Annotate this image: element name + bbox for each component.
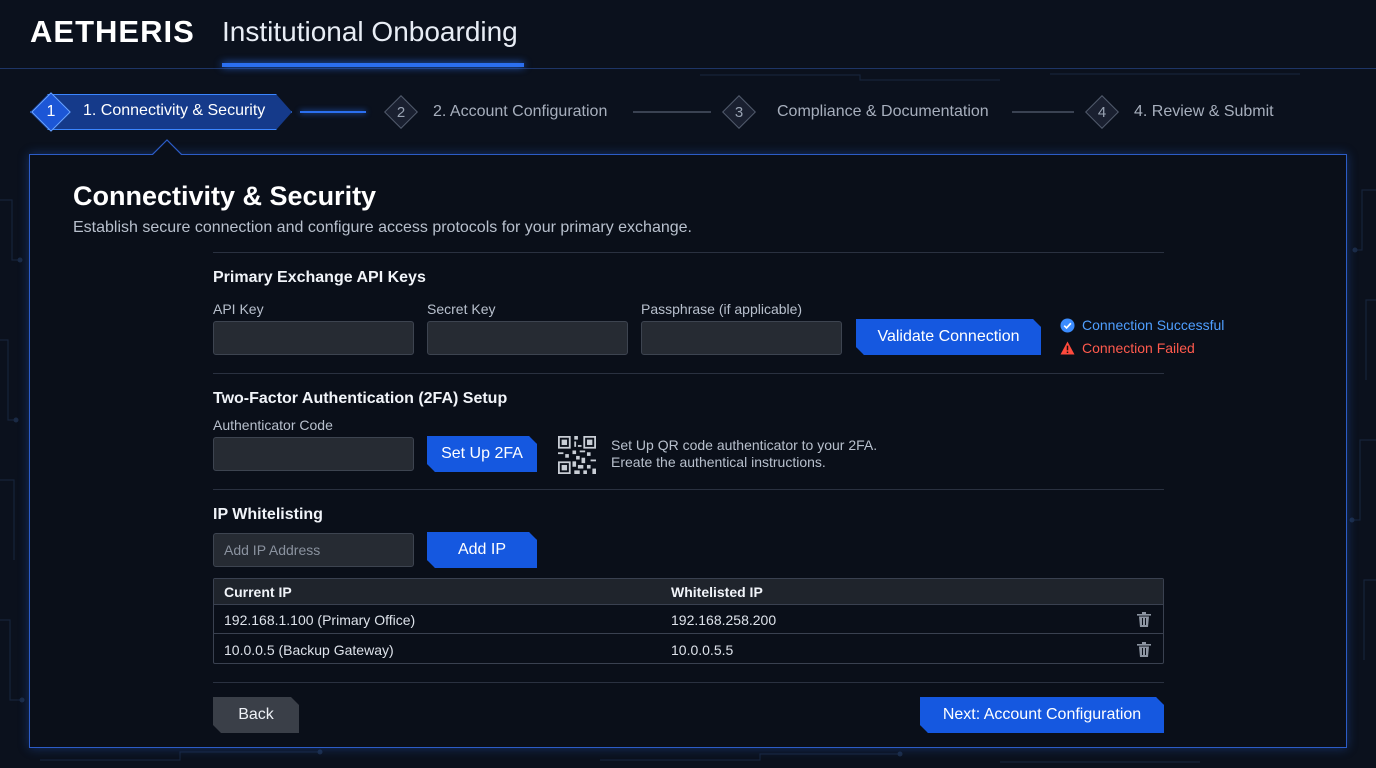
- divider: [213, 682, 1164, 683]
- connection-failed-status: Connection Failed: [1060, 340, 1195, 356]
- step-content-panel: Connectivity & Security Establish secure…: [29, 154, 1347, 748]
- connection-failed-text: Connection Failed: [1082, 340, 1195, 356]
- step-2-label[interactable]: 2. Account Configuration: [433, 103, 607, 121]
- whitelisted-ip-cell: 192.168.258.200: [671, 612, 777, 628]
- step-3-label[interactable]: Compliance & Documentation: [777, 103, 989, 121]
- secret-key-input[interactable]: [427, 321, 628, 355]
- section-heading: Connectivity & Security: [73, 181, 377, 211]
- step-connector-1: [300, 111, 366, 113]
- passphrase-label: Passphrase (if applicable): [641, 301, 803, 317]
- step-3-number[interactable]: 3: [722, 95, 756, 129]
- check-circle-icon: [1060, 317, 1075, 333]
- back-button[interactable]: Back: [213, 697, 299, 733]
- table-header: Current IP Whitelisted IP: [214, 579, 1163, 605]
- step-4-label[interactable]: 4. Review & Submit: [1134, 103, 1274, 121]
- step-connector-3: [1012, 111, 1074, 113]
- add-ip-input[interactable]: [213, 533, 414, 567]
- ip-whitelist-title: IP Whitelisting: [213, 506, 323, 523]
- validate-connection-button[interactable]: Validate Connection: [856, 319, 1041, 355]
- qr-instructions-line1: Set Up QR code authenticator to your 2FA…: [611, 437, 878, 453]
- connection-success-text: Connection Successful: [1082, 317, 1225, 333]
- table-row: 192.168.1.100 (Primary Office) 192.168.2…: [214, 605, 1163, 634]
- step-connector-2: [633, 111, 711, 113]
- divider: [213, 489, 1164, 490]
- qr-code-icon: [558, 436, 596, 474]
- api-key-label: API Key: [213, 301, 264, 317]
- setup-2fa-button[interactable]: Set Up 2FA: [427, 436, 537, 472]
- page-title: Institutional Onboarding: [222, 16, 518, 47]
- column-header-whitelisted-ip: Whitelisted IP: [671, 584, 763, 600]
- whitelisted-ip-cell: 10.0.0.5.5: [671, 642, 734, 658]
- passphrase-input[interactable]: [641, 321, 842, 355]
- trash-icon[interactable]: [1137, 642, 1151, 657]
- two-factor-title: Two-Factor Authentication (2FA) Setup: [213, 390, 508, 407]
- panel-pointer: [152, 139, 182, 155]
- app-header: AETHERIS Institutional Onboarding: [0, 0, 1376, 68]
- section-description: Establish secure connection and configur…: [73, 219, 692, 236]
- api-keys-title: Primary Exchange API Keys: [213, 269, 426, 286]
- current-ip-cell: 192.168.1.100 (Primary Office): [224, 612, 416, 628]
- divider: [213, 373, 1164, 374]
- onboarding-stepper: 1 1. Connectivity & Security 2 2. Accoun…: [0, 86, 1376, 140]
- ip-whitelist-table: Current IP Whitelisted IP 192.168.1.100 …: [213, 578, 1164, 664]
- qr-instructions-line2: Ereate the authentical instructions.: [611, 454, 826, 470]
- step-4-number[interactable]: 4: [1085, 95, 1119, 129]
- step-2-number[interactable]: 2: [384, 95, 418, 129]
- header-divider: [0, 68, 1376, 69]
- add-ip-button[interactable]: Add IP: [427, 532, 537, 568]
- column-header-current-ip: Current IP: [224, 584, 292, 600]
- authenticator-code-label: Authenticator Code: [213, 417, 333, 433]
- step-1-number: 1: [30, 92, 72, 132]
- next-account-configuration-button[interactable]: Next: Account Configuration: [920, 697, 1164, 733]
- current-ip-cell: 10.0.0.5 (Backup Gateway): [224, 642, 394, 658]
- trash-icon[interactable]: [1137, 612, 1151, 627]
- step-1-label: 1. Connectivity & Security: [83, 102, 266, 119]
- api-key-input[interactable]: [213, 321, 414, 355]
- connection-success-status: Connection Successful: [1060, 317, 1224, 333]
- authenticator-code-input[interactable]: [213, 437, 414, 471]
- title-underline: [222, 63, 524, 67]
- secret-key-label: Secret Key: [427, 301, 496, 317]
- warning-icon: [1060, 341, 1075, 355]
- table-row: 10.0.0.5 (Backup Gateway) 10.0.0.5.5: [214, 635, 1163, 664]
- brand-logo: AETHERIS: [30, 14, 195, 49]
- divider: [213, 252, 1164, 253]
